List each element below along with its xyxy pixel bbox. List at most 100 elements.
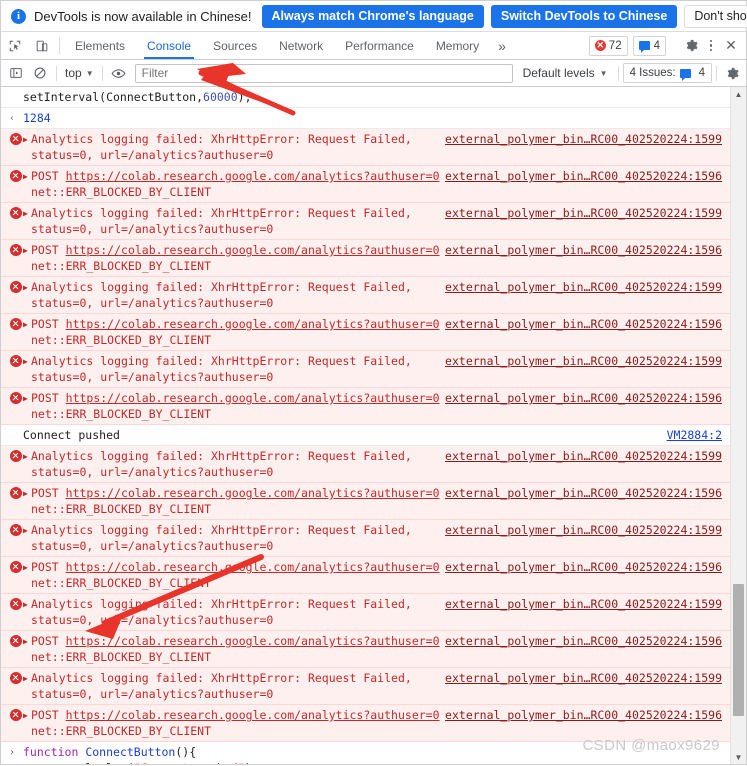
expand-arrow-icon[interactable]: ▶ [23,132,31,148]
issue-bubble-icon [679,68,691,81]
log-levels-selector[interactable]: Default levels ▼ [517,66,614,80]
error-source-link[interactable]: external_polymer_bin…RC00_402520224:1596 [445,168,722,184]
console-error-row[interactable]: ▶ Analytics logging failed: XhrHttpError:… [1,203,730,240]
issues-badge[interactable]: 4 Issues: 4 [622,63,712,83]
error-source-link[interactable]: external_polymer_bin…RC00_402520224:1599 [445,353,722,369]
error-source-link[interactable]: external_polymer_bin…RC00_402520224:1596 [445,633,722,649]
error-source-link[interactable]: external_polymer_bin…RC00_402520224:1599 [445,596,722,612]
tabbar-divider [59,37,60,54]
log-source-link[interactable]: VM2884:2 [667,427,722,443]
error-source-link[interactable]: external_polymer_bin…RC00_402520224:1599 [445,670,722,686]
console-input-block[interactable]: › function ConnectButton(){ console.log("… [1,742,730,764]
error-source-link[interactable]: external_polymer_bin…RC00_402520224:1596 [445,559,722,575]
code-text: setInterval(ConnectButton,60000); [23,90,252,104]
error-message-line-2: net::ERR_BLOCKED_BY_CLIENT [31,407,212,421]
code-line-1: function ConnectButton(){ [23,745,197,759]
console-settings-icon[interactable] [721,62,743,84]
expand-arrow-icon[interactable]: ▶ [23,708,31,724]
error-source-link[interactable]: external_polymer_bin…RC00_402520224:1596 [445,242,722,258]
console-network-error-row[interactable]: ▶ POST https://colab.research.google.com/… [1,483,730,520]
expand-arrow-icon[interactable]: ▶ [23,169,31,185]
console-network-error-row[interactable]: ▶ POST https://colab.research.google.com/… [1,631,730,668]
request-url-link[interactable]: https://colab.research.google.com/analyt… [66,634,440,648]
error-source-link[interactable]: external_polymer_bin…RC00_402520224:1599 [445,279,722,295]
console-error-row[interactable]: ▶ Analytics logging failed: XhrHttpError:… [1,668,730,705]
console-log-row[interactable]: Connect pushed VM2884:2 [1,425,730,446]
expand-arrow-icon[interactable]: ▶ [23,391,31,407]
scroll-up-arrow-icon[interactable]: ▲ [731,87,746,101]
console-error-row[interactable]: ▶ Analytics logging failed: XhrHttpError:… [1,277,730,314]
console-error-row[interactable]: ▶ Analytics logging failed: XhrHttpError:… [1,594,730,631]
console-network-error-row[interactable]: ▶ POST https://colab.research.google.com/… [1,705,730,742]
tab-network[interactable]: Network [268,32,334,59]
scrollbar-thumb[interactable] [733,584,744,716]
error-source-link[interactable]: external_polymer_bin…RC00_402520224:1596 [445,485,722,501]
expand-arrow-icon[interactable]: ▶ [23,449,31,465]
tab-sources[interactable]: Sources [202,32,268,59]
expand-arrow-icon[interactable]: ▶ [23,243,31,259]
inspect-element-icon[interactable] [1,32,28,59]
console-error-row[interactable]: ▶ Analytics logging failed: XhrHttpError:… [1,446,730,483]
error-icon [10,133,22,145]
console-error-row[interactable]: ▶ Analytics logging failed: XhrHttpError:… [1,520,730,557]
console-sidebar-icon[interactable] [4,62,28,84]
live-expression-icon[interactable] [107,62,131,84]
request-url-link[interactable]: https://colab.research.google.com/analyt… [66,169,440,183]
console-network-error-row[interactable]: ▶ POST https://colab.research.google.com/… [1,314,730,351]
switch-devtools-to-chinese-button[interactable]: Switch DevTools to Chinese [490,4,678,28]
error-source-link[interactable]: external_polymer_bin…RC00_402520224:1599 [445,522,722,538]
more-tabs-icon[interactable]: » [490,32,514,59]
expand-arrow-icon[interactable]: ▶ [23,317,31,333]
error-source-link[interactable]: external_polymer_bin…RC00_402520224:1599 [445,448,722,464]
tab-console[interactable]: Console [136,32,202,59]
console-error-row[interactable]: ▶ Analytics logging failed: XhrHttpError:… [1,129,730,166]
gear-icon[interactable] [680,35,702,57]
expand-arrow-icon[interactable]: ▶ [23,523,31,539]
expand-arrow-icon[interactable]: ▶ [23,486,31,502]
tabbar-right-controls: ✕ 72 4 ✕ [588,32,746,59]
request-url-link[interactable]: https://colab.research.google.com/analyt… [66,560,440,574]
expand-arrow-icon[interactable]: ▶ [23,597,31,613]
error-source-link[interactable]: external_polymer_bin…RC00_402520224:1596 [445,707,722,723]
device-toolbar-icon[interactable] [28,32,55,59]
input-arrow-icon: › [9,747,16,758]
dont-show-again-button[interactable]: Don't show again [684,4,747,28]
error-count-value: 72 [608,39,622,52]
error-source-link[interactable]: external_polymer_bin…RC00_402520224:1599 [445,205,722,221]
kebab-menu-icon[interactable] [702,35,720,57]
clear-console-icon[interactable] [28,62,52,84]
expand-arrow-icon[interactable]: ▶ [23,206,31,222]
tab-performance[interactable]: Performance [334,32,425,59]
request-url-link[interactable]: https://colab.research.google.com/analyt… [66,486,440,500]
request-url-link[interactable]: https://colab.research.google.com/analyt… [66,317,440,331]
scroll-down-arrow-icon[interactable]: ▼ [731,750,746,764]
expand-arrow-icon[interactable]: ▶ [23,560,31,576]
expand-arrow-icon[interactable]: ▶ [23,634,31,650]
message-count-badge[interactable]: 4 [632,35,666,56]
tab-elements[interactable]: Elements [64,32,136,59]
error-source-link[interactable]: external_polymer_bin…RC00_402520224:1596 [445,316,722,332]
error-count-badge[interactable]: ✕ 72 [588,35,628,56]
console-scrollbar[interactable]: ▲ ▼ [730,87,746,764]
error-source-link[interactable]: external_polymer_bin…RC00_402520224:1596 [445,390,722,406]
always-match-language-button[interactable]: Always match Chrome's language [261,4,484,28]
request-url-link[interactable]: https://colab.research.google.com/analyt… [66,243,440,257]
console-message-list[interactable]: setInterval(ConnectButton,60000); ‹ 1284 ▶ A… [1,87,730,764]
expand-arrow-icon[interactable]: ▶ [23,354,31,370]
filter-input[interactable] [134,63,513,83]
expand-arrow-icon[interactable]: ▶ [23,671,31,687]
console-network-error-row[interactable]: ▶ POST https://colab.research.google.com/… [1,557,730,594]
tab-memory[interactable]: Memory [425,32,490,59]
console-error-row[interactable]: ▶ Analytics logging failed: XhrHttpError:… [1,351,730,388]
request-url-link[interactable]: https://colab.research.google.com/analyt… [66,391,440,405]
execution-context-selector[interactable]: top ▼ [61,66,98,80]
error-source-link[interactable]: external_polymer_bin…RC00_402520224:1599 [445,131,722,147]
console-network-error-row[interactable]: ▶ POST https://colab.research.google.com/… [1,240,730,277]
console-network-error-row[interactable]: ▶ POST https://colab.research.google.com/… [1,388,730,425]
expand-arrow-icon[interactable]: ▶ [23,280,31,296]
console-network-error-row[interactable]: ▶ POST https://colab.research.google.com/… [1,166,730,203]
close-icon[interactable]: ✕ [720,35,742,57]
http-method: POST [31,560,59,574]
request-url-link[interactable]: https://colab.research.google.com/analyt… [66,708,440,722]
error-icon [10,598,22,610]
